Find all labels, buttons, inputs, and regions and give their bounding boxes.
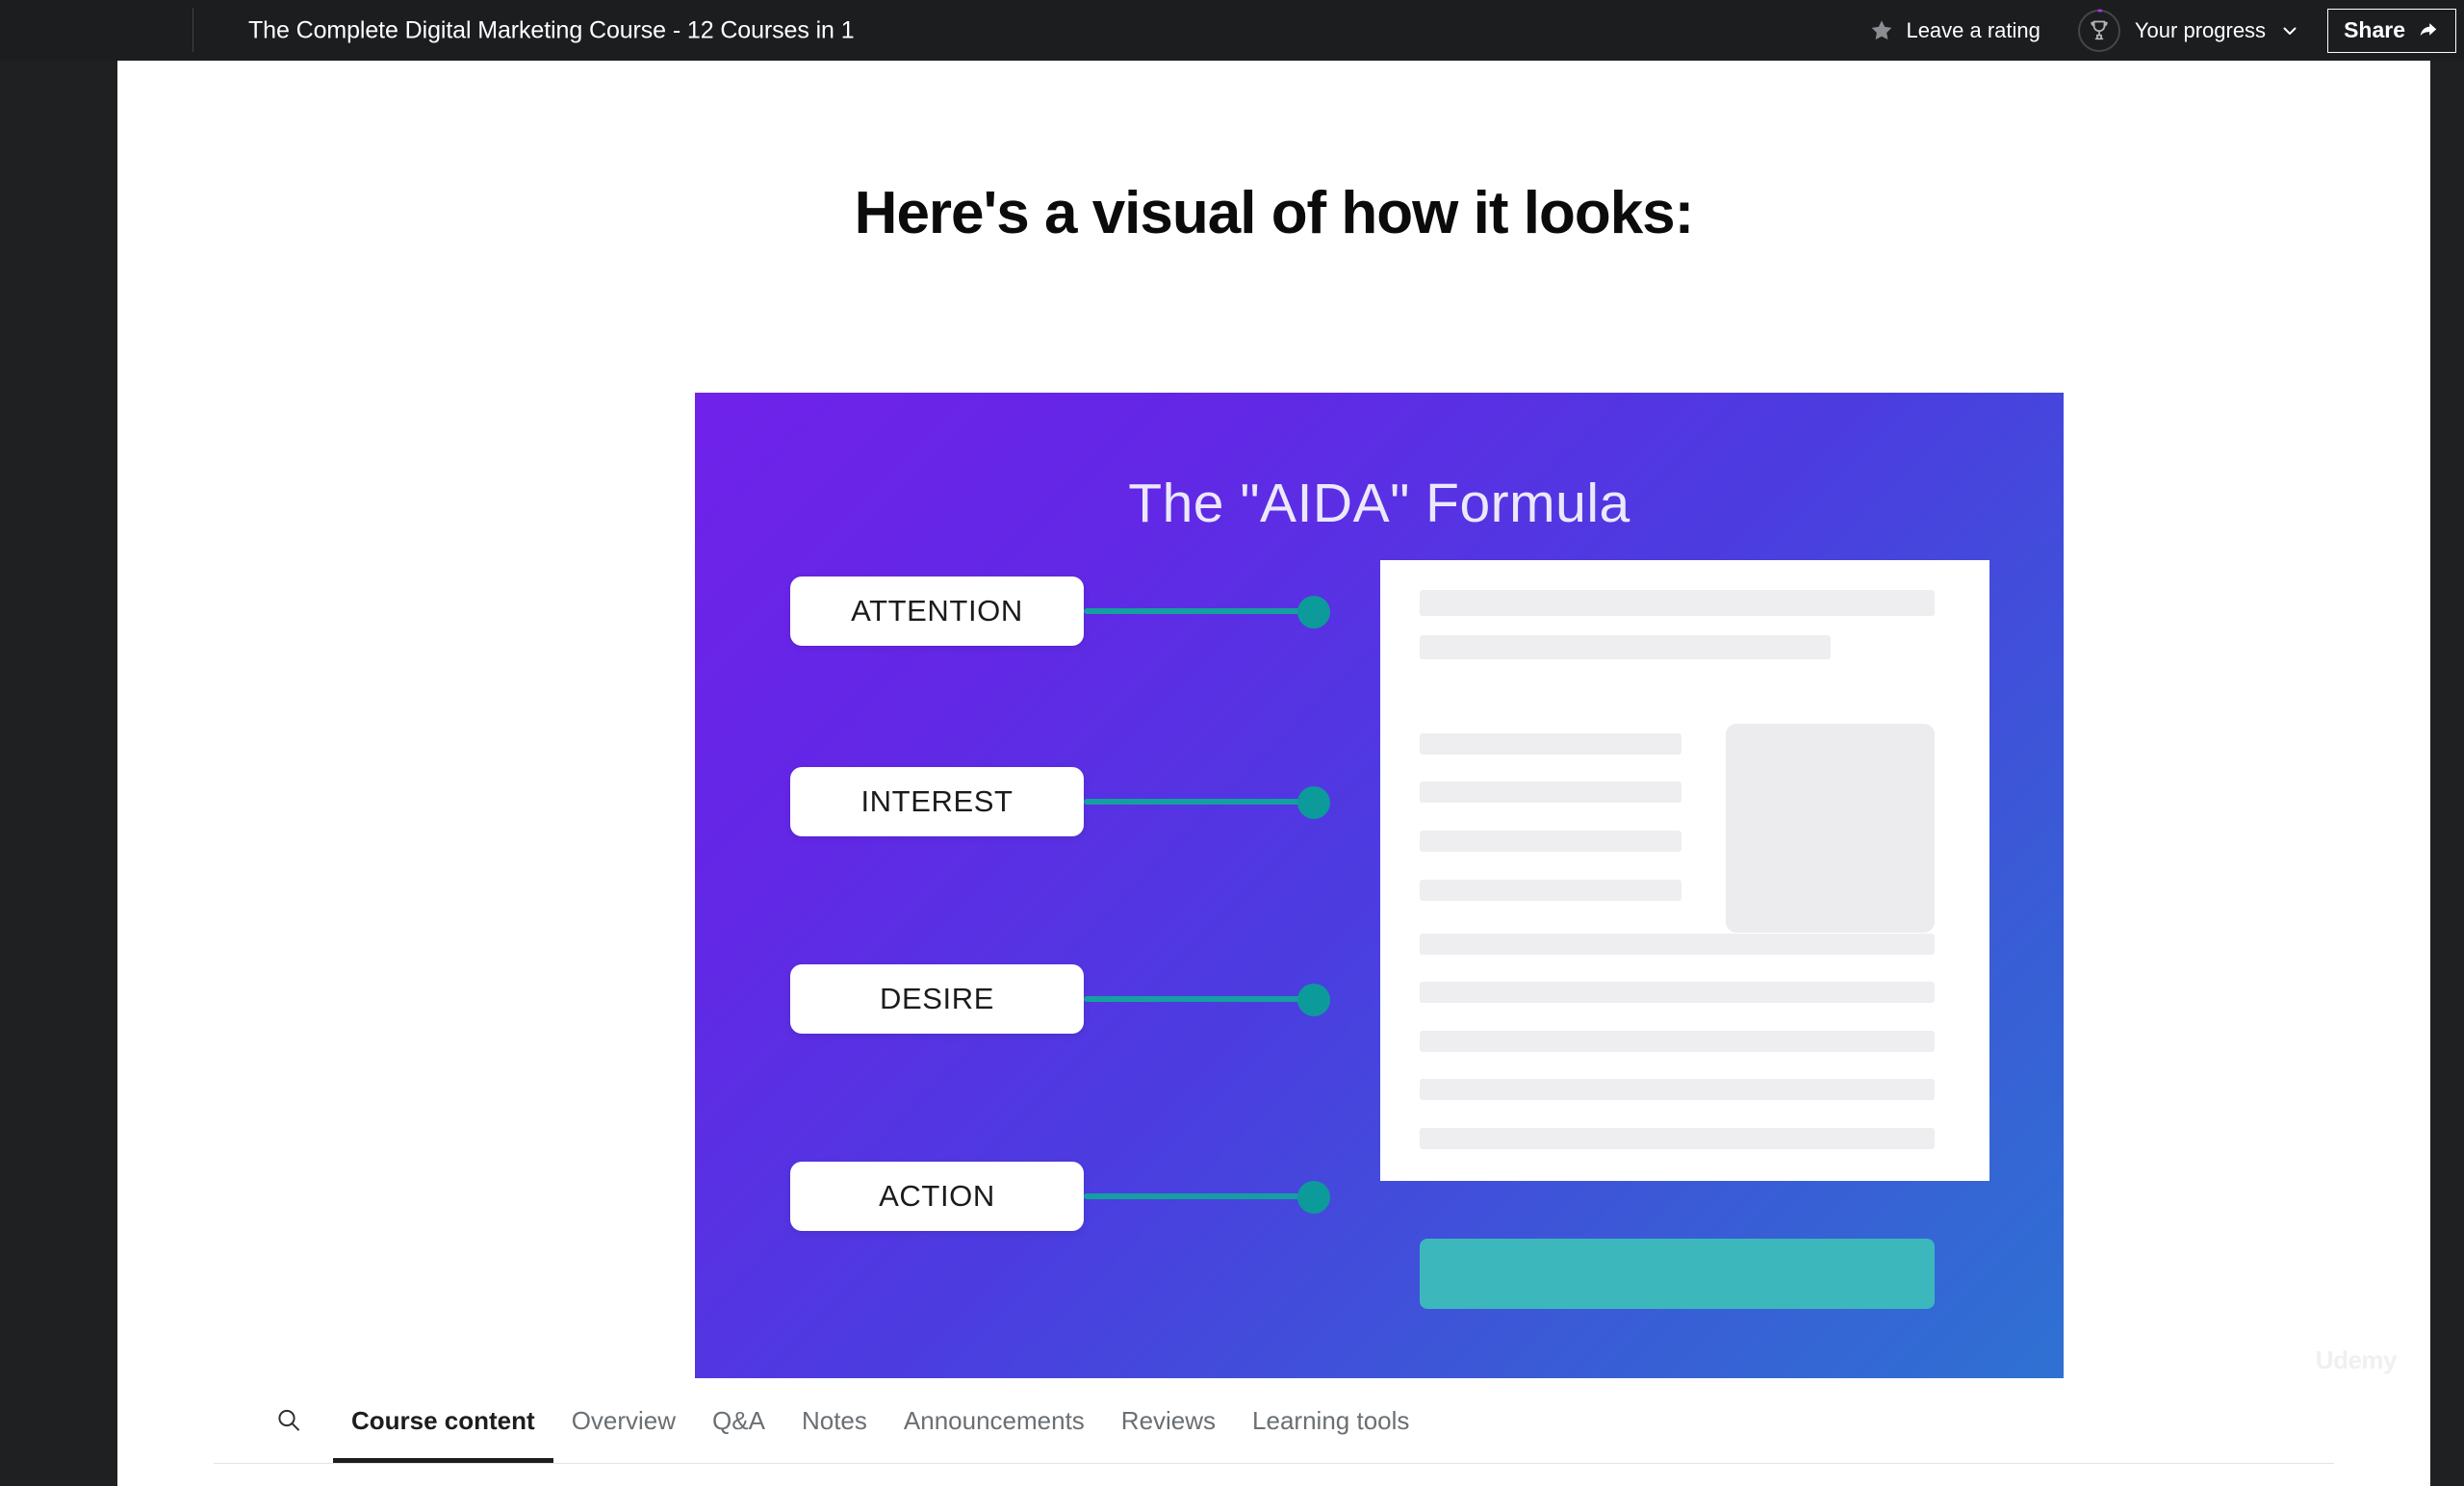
aida-step-desire: DESIRE: [790, 964, 1084, 1034]
aida-step-attention: ATTENTION: [790, 576, 1084, 646]
tab-overview[interactable]: Overview: [553, 1378, 694, 1463]
aida-step-action: ACTION: [790, 1162, 1084, 1231]
tab-q-a[interactable]: Q&A: [694, 1378, 783, 1463]
video-stage[interactable]: Here's a visual of how it looks: The "AI…: [117, 61, 2430, 1378]
search-icon: [274, 1406, 303, 1435]
aida-step-label: ATTENTION: [851, 594, 1023, 628]
connector-line: [1084, 799, 1311, 805]
tab-reviews[interactable]: Reviews: [1103, 1378, 1234, 1463]
search-button[interactable]: [262, 1378, 316, 1463]
topbar-divider: [192, 8, 193, 52]
right-rail: [2430, 61, 2464, 1486]
aida-step-label: ACTION: [879, 1179, 995, 1213]
leave-a-rating-button[interactable]: Leave a rating: [1852, 0, 2057, 61]
course-player-page: The Complete Digital Marketing Course - …: [0, 0, 2464, 1486]
aida-slide-title: The "AIDA" Formula: [1128, 473, 1630, 534]
connector-dot: [1297, 596, 1330, 628]
share-label: Share: [2344, 17, 2405, 42]
connector-line: [1084, 1193, 1311, 1199]
tab-label: Learning tools: [1252, 1405, 1410, 1435]
left-rail: [0, 61, 117, 1486]
mockup-text-line: [1420, 1128, 1935, 1149]
mockup-text-line: [1420, 733, 1681, 755]
mockup-text-line: [1420, 1079, 1935, 1100]
mockup-text-line: [1420, 635, 1831, 659]
aida-slide: The "AIDA" Formula ATTENTION INTEREST DE…: [695, 393, 2064, 1378]
connector-dot: [1297, 1181, 1330, 1214]
mockup-text-line: [1420, 590, 1935, 616]
your-progress-button[interactable]: Your progress: [2058, 0, 2314, 61]
content-tab-bar: Course content Overview Q&A Notes Announceme…: [117, 1378, 2430, 1486]
tab-learning-tools[interactable]: Learning tools: [1234, 1378, 1427, 1463]
tab-label: Announcements: [903, 1405, 1085, 1435]
tab-label: Course content: [351, 1405, 535, 1435]
tab-label: Notes: [801, 1405, 867, 1435]
page-title: The Complete Digital Marketing Course - …: [248, 16, 855, 43]
aida-step-interest: INTEREST: [790, 767, 1084, 836]
star-icon: [1869, 18, 1894, 43]
tab-announcements[interactable]: Announcements: [886, 1378, 1103, 1463]
mockup-text-line: [1420, 982, 1935, 1003]
aida-step-label: DESIRE: [879, 982, 995, 1015]
connector-dot: [1297, 984, 1330, 1016]
your-progress-label: Your progress: [2134, 17, 2267, 42]
leave-a-rating-label: Leave a rating: [1906, 17, 2040, 42]
mockup-text-line: [1420, 1031, 1935, 1052]
mockup-text-line: [1420, 831, 1681, 852]
tab-notes[interactable]: Notes: [783, 1378, 886, 1463]
tabbar-items: Course content Overview Q&A Notes Announceme…: [117, 1378, 2430, 1486]
share-arrow-icon: [2417, 19, 2440, 42]
mockup-text-line: [1420, 934, 1935, 955]
tab-label: Reviews: [1120, 1405, 1217, 1435]
aida-step-label: INTEREST: [860, 784, 1014, 818]
top-navigation-bar: The Complete Digital Marketing Course - …: [0, 0, 2464, 61]
tab-course-content[interactable]: Course content: [333, 1378, 553, 1463]
mockup-image-placeholder: [1726, 724, 1935, 933]
tab-label: Q&A: [712, 1405, 765, 1435]
connector-dot: [1297, 786, 1330, 819]
landing-page-mockup: [1380, 560, 1989, 1309]
connector-line: [1084, 996, 1311, 1002]
connector-line: [1084, 608, 1311, 614]
slide-heading: Here's a visual of how it looks:: [854, 180, 1695, 246]
tab-label: Overview: [571, 1405, 677, 1435]
mockup-text-line: [1420, 880, 1681, 901]
topbar-actions: Leave a rating Your progress Share: [1852, 0, 2464, 61]
chevron-down-icon: [2281, 22, 2298, 39]
share-button[interactable]: Share: [2327, 8, 2456, 53]
udemy-watermark: Udemy: [2315, 1345, 2398, 1374]
mockup-cta-button: [1420, 1239, 1935, 1309]
mockup-text-line: [1420, 781, 1681, 803]
trophy-icon: [2077, 8, 2121, 53]
